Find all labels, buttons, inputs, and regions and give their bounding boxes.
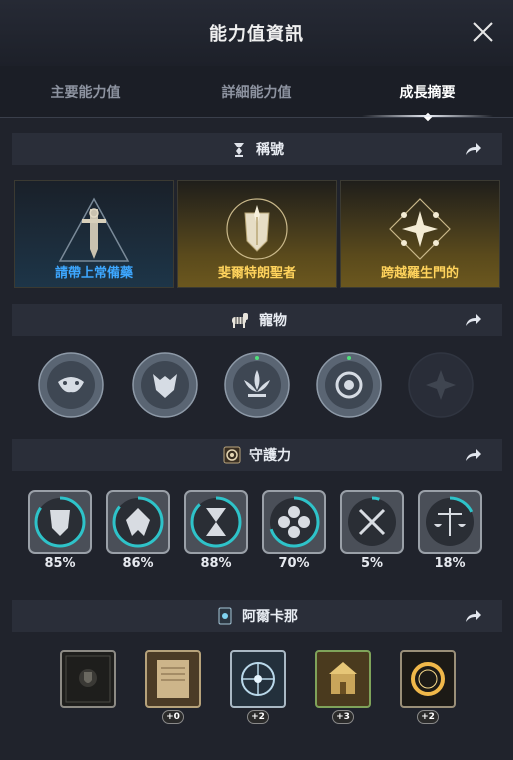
share-arrow-icon[interactable]	[464, 608, 482, 624]
arcana-list: +0 +2 +3 +2	[60, 650, 460, 724]
title-star-emblem-icon	[389, 198, 451, 260]
titles-section-label: 稱號	[256, 142, 284, 158]
title-card[interactable]: 跨越羅生門的	[340, 180, 500, 288]
arcana-section-header: 阿爾卡那	[12, 600, 502, 632]
guardian-percent: 85%	[44, 556, 76, 571]
title-card[interactable]: 請帶上常備藥	[14, 180, 174, 288]
title-name: 斐爾特朗聖者	[217, 266, 296, 281]
arcana-locked-card-icon[interactable]	[60, 650, 116, 708]
title-card[interactable]: 斐爾特朗聖者	[177, 180, 337, 288]
guardians-list: 85% 86% 88% 70% 5% 18%	[28, 490, 488, 580]
arcana-level-badge: +0	[162, 710, 184, 724]
guardian-swords-icon[interactable]	[340, 490, 404, 554]
guardian-percent: 18%	[434, 556, 466, 571]
share-arrow-icon[interactable]	[464, 141, 482, 157]
dialog-title: 能力值資訊	[209, 24, 304, 45]
arcana-temple-card-icon[interactable]	[315, 650, 371, 708]
tab-growth-summary[interactable]: 成長摘要	[342, 66, 513, 117]
guardian-icon	[223, 446, 241, 464]
pets-section-header: 寵物	[12, 304, 502, 336]
arcana-ring-card-icon[interactable]	[400, 650, 456, 708]
arcana-level-badge: +2	[417, 710, 439, 724]
guardian-wings-icon[interactable]	[106, 490, 170, 554]
pet-flower-locked-icon[interactable]	[408, 352, 474, 418]
guardian-percent: 86%	[122, 556, 154, 571]
arcana-scroll-card-icon[interactable]	[145, 650, 201, 708]
tab-detailed-stats[interactable]: 詳細能力值	[171, 66, 342, 117]
title-name: 請帶上常備藥	[54, 266, 133, 281]
guardian-percent: 5%	[360, 556, 384, 571]
guardian-percent: 88%	[200, 556, 232, 571]
guardians-section-header: 守護力	[12, 439, 502, 471]
share-arrow-icon[interactable]	[464, 447, 482, 463]
tab-main-stats[interactable]: 主要能力值	[0, 66, 171, 117]
close-icon	[473, 22, 493, 42]
pet-lotus-icon[interactable]	[224, 352, 290, 418]
guardian-shield-icon[interactable]	[28, 490, 92, 554]
pets-section-label: 寵物	[259, 313, 287, 329]
pet-mask-icon[interactable]	[38, 352, 104, 418]
guardians-section-label: 守護力	[249, 448, 291, 464]
pets-list	[38, 352, 478, 422]
arcana-wheel-card-icon[interactable]	[230, 650, 286, 708]
guardian-hourglass-icon[interactable]	[184, 490, 248, 554]
title-name: 跨越羅生門的	[380, 266, 459, 281]
arcana-section-label: 阿爾卡那	[242, 609, 298, 625]
pet-gear-icon[interactable]	[316, 352, 382, 418]
arcana-level-badge: +2	[247, 710, 269, 724]
tab-bar: 主要能力值 詳細能力值 成長摘要	[0, 66, 513, 118]
title-sword-emblem-icon	[58, 197, 130, 262]
guardian-flower-icon[interactable]	[262, 490, 326, 554]
pet-wolf-icon[interactable]	[132, 352, 198, 418]
title-shield-emblem-icon	[226, 198, 288, 260]
close-button[interactable]	[471, 20, 495, 44]
title-medal-icon	[234, 143, 244, 157]
arcana-level-badge: +3	[332, 710, 354, 724]
titles-section-header: 稱號	[12, 133, 502, 165]
dialog-header: 能力值資訊	[0, 0, 513, 66]
pet-zebra-icon	[232, 313, 248, 328]
arcana-card-icon	[218, 607, 232, 625]
share-arrow-icon[interactable]	[464, 312, 482, 328]
titles-list: 請帶上常備藥 斐爾特朗聖者 跨越羅生門的	[14, 180, 500, 288]
guardian-scales-icon[interactable]	[418, 490, 482, 554]
guardian-percent: 70%	[278, 556, 310, 571]
